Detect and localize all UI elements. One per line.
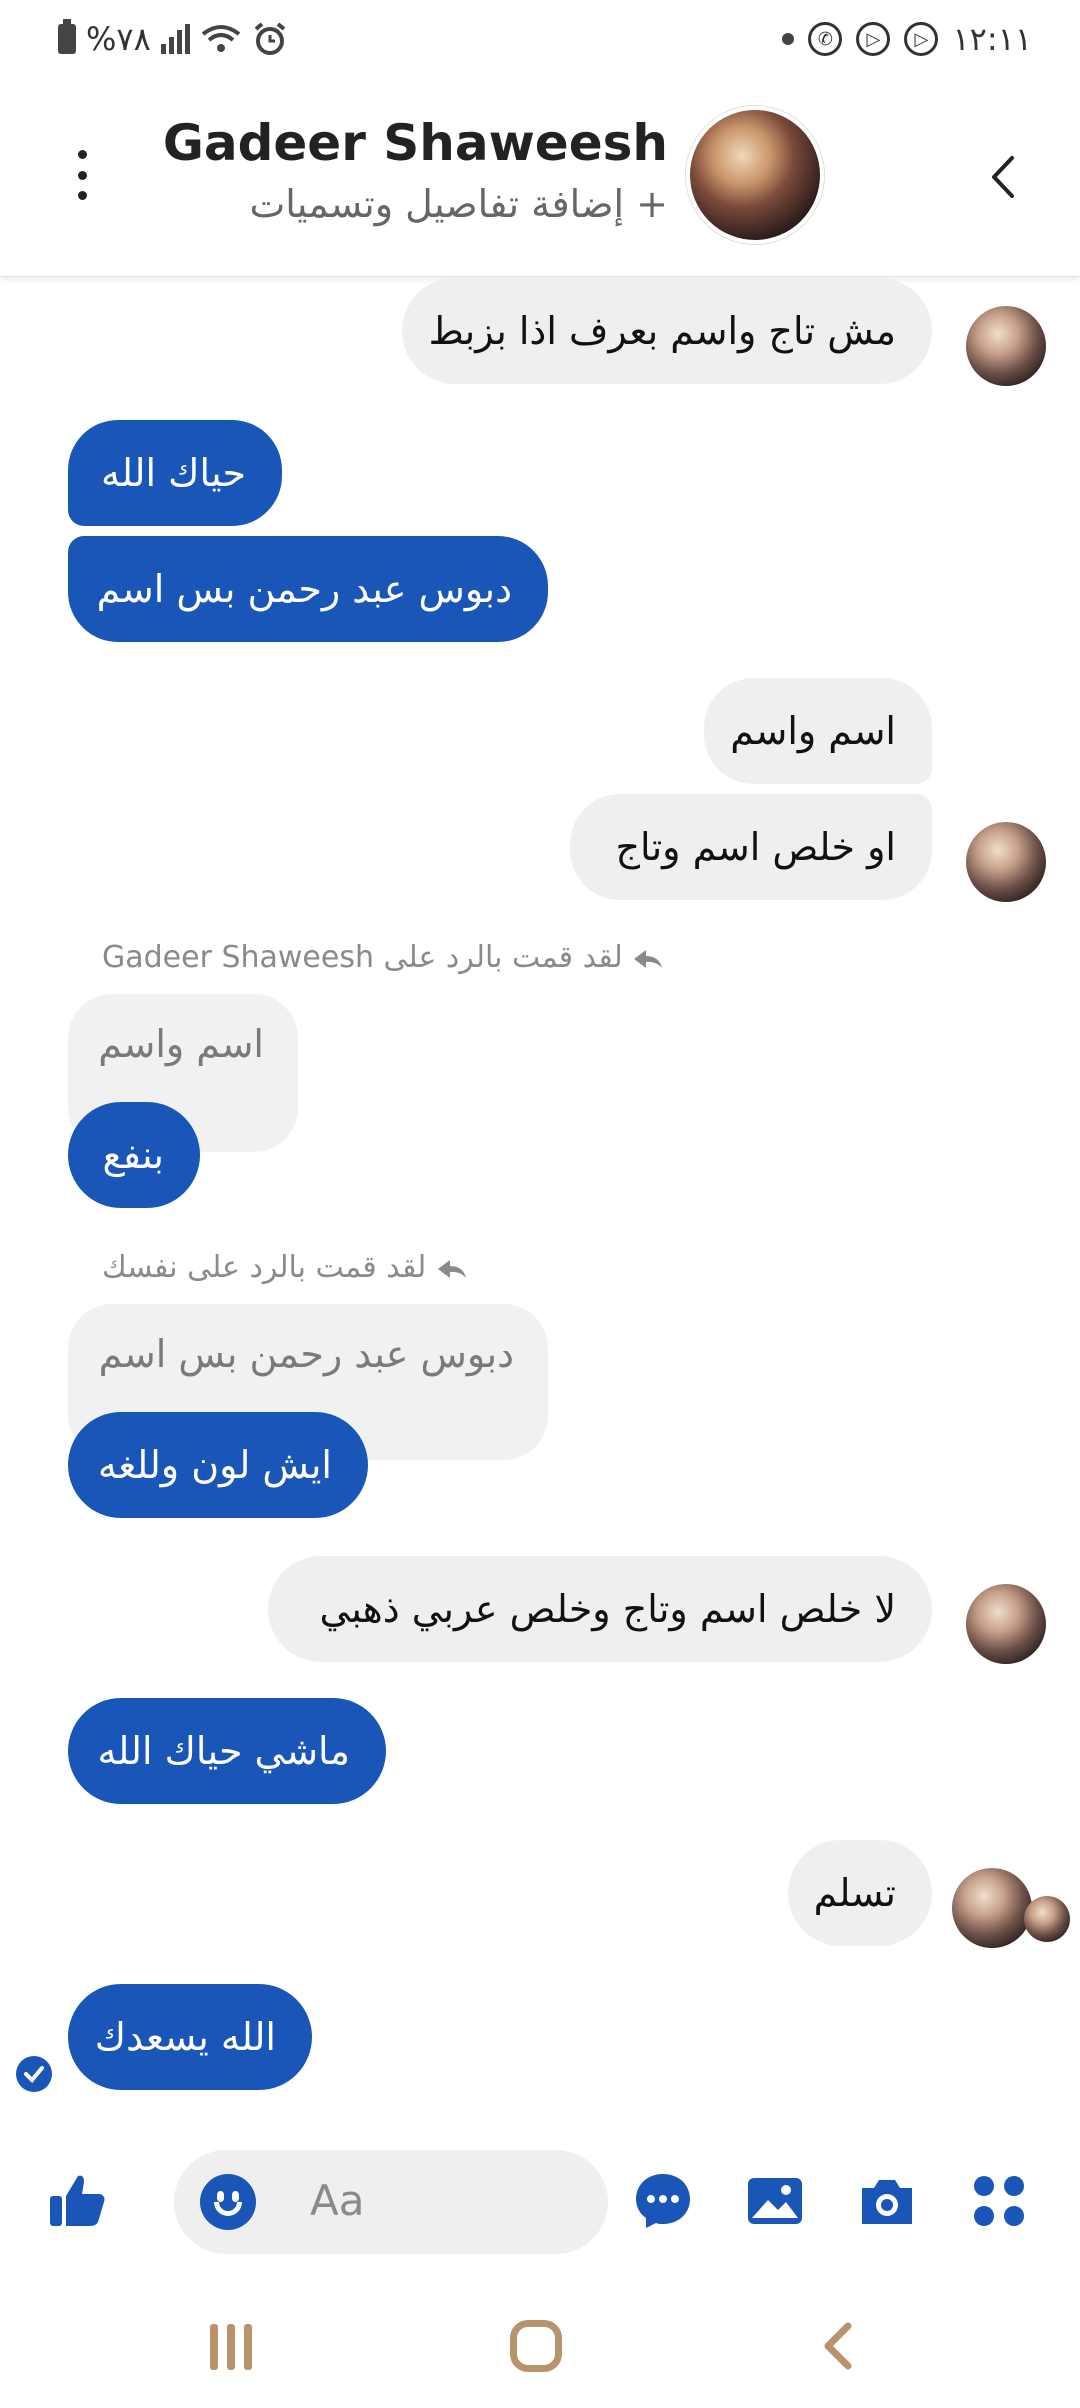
message-bubble-incoming[interactable]: مش تاج واسم بعرف اذا بزبط — [402, 278, 932, 384]
contact-name[interactable]: Gadeer Shaweesh — [163, 114, 668, 172]
reply-note-text: لقد قمت بالرد على نفسك — [102, 1250, 427, 1285]
message-composer: Aa — [0, 2130, 1080, 2270]
avatar — [966, 822, 1046, 902]
signal-icon — [160, 24, 190, 54]
notification-dot-icon — [782, 33, 795, 45]
emoji-icon[interactable] — [200, 2174, 256, 2230]
gallery-icon[interactable] — [744, 2170, 806, 2232]
camera-icon[interactable] — [856, 2170, 918, 2232]
status-right: ✆ ▷ ▷ ١٢:١١ — [782, 20, 1032, 58]
clock: ١٢:١١ — [952, 20, 1032, 58]
reply-arrow-icon — [634, 949, 663, 968]
whatsapp-icon: ✆ — [808, 22, 843, 56]
delivered-check-icon — [16, 2056, 52, 2092]
system-nav-bar — [0, 2270, 1080, 2408]
chat-bubble-icon[interactable] — [632, 2170, 694, 2232]
back-button[interactable] — [818, 2320, 858, 2372]
alarm-icon — [254, 22, 286, 55]
message-text: اسم واسم — [730, 709, 896, 753]
message-bubble-incoming[interactable]: او خلص اسم وتاج — [570, 794, 932, 900]
message-text: لا خلص اسم وتاج وخلص عربي ذهبي — [319, 1587, 896, 1631]
message-input[interactable]: Aa — [174, 2150, 608, 2254]
message-input-placeholder: Aa — [310, 2176, 365, 2225]
battery-icon — [58, 19, 76, 54]
message-bubble-outgoing[interactable]: الله يسعدك — [68, 1984, 312, 2090]
message-bubble-outgoing[interactable]: بنفع — [68, 1102, 200, 1208]
message-bubble-incoming[interactable]: لا خلص اسم وتاج وخلص عربي ذهبي — [268, 1556, 932, 1662]
battery-level: %٧٨ — [86, 20, 151, 58]
home-button[interactable] — [510, 2320, 562, 2372]
app-notification-icon: ▷ — [856, 22, 891, 56]
message-bubble-incoming[interactable]: اسم واسم — [704, 678, 932, 784]
conversation-header: Gadeer Shaweesh + إضافة تفاصيل وتسميات — [0, 86, 1080, 277]
reply-indicator: لقد قمت بالرد على Gadeer Shaweesh — [102, 940, 664, 975]
message-text: ماشي حياك الله — [97, 1729, 350, 1773]
quoted-text: دبوس عبد رحمن بس اسم — [98, 1332, 514, 1376]
contact-avatar[interactable] — [686, 106, 824, 244]
message-text: مش تاج واسم بعرف اذا بزبط — [428, 309, 896, 353]
apps-grid-icon[interactable] — [968, 2170, 1030, 2232]
message-bubble-outgoing[interactable]: دبوس عبد رحمن بس اسم — [68, 536, 548, 642]
recents-button[interactable] — [210, 2324, 252, 2370]
message-text: الله يسعدك — [94, 2015, 276, 2059]
message-text: او خلص اسم وتاج — [615, 825, 897, 869]
message-text: بنفع — [102, 1133, 165, 1177]
message-text: ايش لون وللغه — [97, 1443, 332, 1487]
reply-note-text: لقد قمت بالرد على Gadeer Shaweesh — [102, 940, 623, 975]
message-text: حياك الله — [100, 451, 246, 495]
more-options-icon[interactable] — [74, 150, 90, 200]
back-arrow-icon[interactable] — [984, 152, 1022, 202]
app-notification-icon: ▷ — [904, 22, 939, 56]
avatar — [966, 306, 1046, 386]
seen-avatar — [1024, 1896, 1070, 1942]
wifi-icon — [201, 25, 241, 52]
message-text: تسلم — [813, 1871, 896, 1915]
reply-arrow-icon — [437, 1259, 466, 1278]
message-bubble-outgoing[interactable]: حياك الله — [68, 420, 282, 526]
status-left: %٧٨ — [58, 19, 288, 58]
avatar — [952, 1868, 1032, 1948]
reply-indicator: لقد قمت بالرد على نفسك — [102, 1250, 468, 1285]
thumbs-up-icon[interactable] — [46, 2170, 108, 2232]
message-bubble-outgoing[interactable]: ايش لون وللغه — [68, 1412, 368, 1518]
message-bubble-incoming[interactable]: تسلم — [788, 1840, 932, 1946]
quoted-text: اسم واسم — [98, 1022, 264, 1066]
status-bar: %٧٨ ✆ ▷ ▷ ١٢:١١ — [0, 0, 1080, 86]
avatar — [966, 1584, 1046, 1664]
message-bubble-outgoing[interactable]: ماشي حياك الله — [68, 1698, 386, 1804]
add-details-link[interactable]: + إضافة تفاصيل وتسميات — [249, 182, 668, 226]
message-text: دبوس عبد رحمن بس اسم — [96, 567, 512, 611]
